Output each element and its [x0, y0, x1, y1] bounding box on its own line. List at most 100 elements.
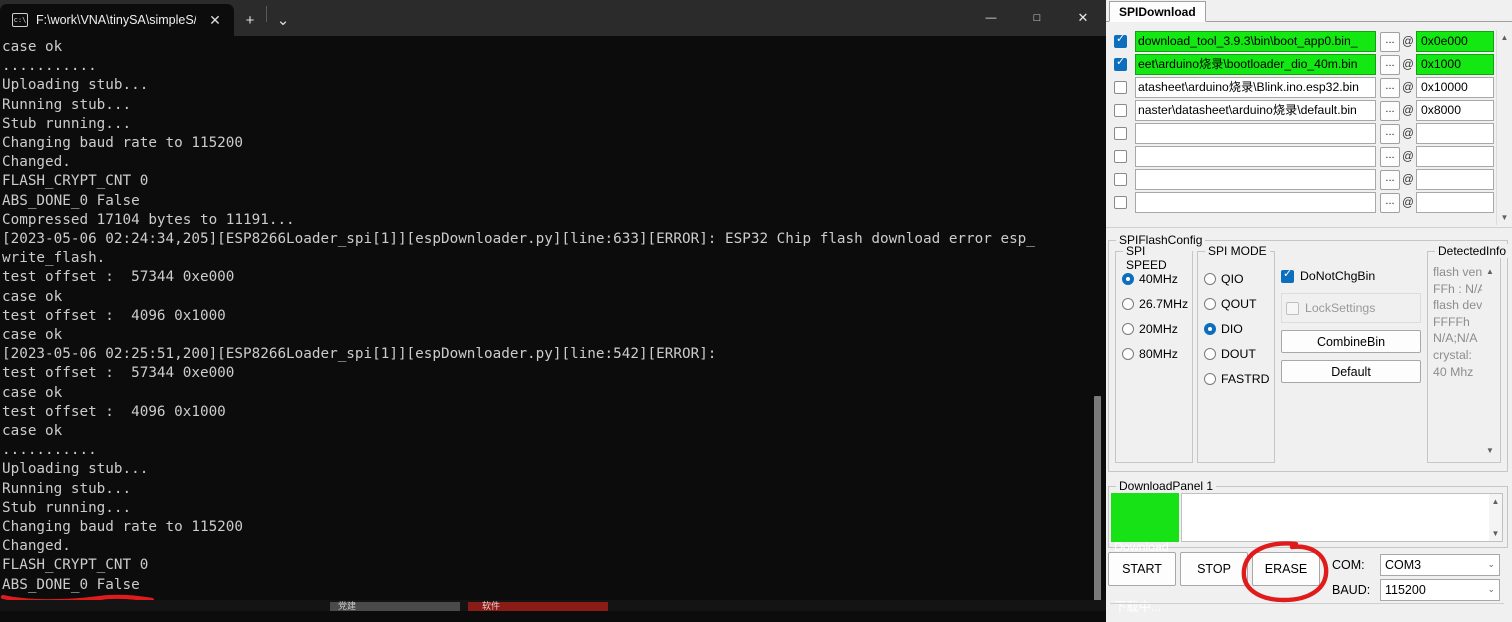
scroll-down-icon[interactable]: ▼	[1483, 443, 1497, 458]
radio-icon[interactable]	[1204, 272, 1216, 285]
flash-address-input[interactable]: 0x8000	[1416, 100, 1494, 121]
file-list: _download_tool_3.9.3\bin\boot_app0.bin..…	[1106, 30, 1512, 214]
do-not-chg-bin-checkbox[interactable]	[1281, 268, 1294, 283]
spi-mode-option[interactable]: QOUT	[1198, 291, 1274, 316]
close-button[interactable]: ✕	[1060, 0, 1106, 36]
file-row-checkbox[interactable]	[1114, 81, 1127, 94]
scroll-up-icon[interactable]: ▲	[1489, 494, 1502, 509]
spi-speed-option[interactable]: 80MHz	[1116, 341, 1192, 366]
taskbar-item-2-label: 软件	[482, 601, 501, 611]
taskbar-item-1[interactable]: 党建	[330, 602, 460, 611]
flash-address-input[interactable]: 0x0e000	[1416, 31, 1494, 52]
terminal-window: c:\ F:\work\VNA\tinySA\simpleS/ ✕ + ⌄ — …	[0, 0, 1106, 611]
radio-icon[interactable]	[1122, 272, 1134, 285]
spi-mode-label: FASTRD	[1221, 371, 1270, 386]
flash-address-input[interactable]	[1416, 146, 1494, 167]
chevron-down-icon[interactable]: ⌄	[267, 4, 299, 36]
browse-button[interactable]: ...	[1380, 146, 1400, 167]
tab-spidownload[interactable]: SPIDownload	[1109, 1, 1206, 22]
browse-button[interactable]: ...	[1380, 100, 1400, 121]
download-progress-scrollbar[interactable]: ▲ ▼	[1489, 494, 1502, 541]
scrollbar-thumb[interactable]	[1094, 396, 1101, 611]
file-row: ... @	[1114, 168, 1494, 191]
file-path-input[interactable]	[1135, 169, 1376, 190]
file-path-input[interactable]	[1135, 146, 1376, 167]
browse-button[interactable]: ...	[1380, 77, 1400, 98]
spi-mode-option[interactable]: QIO	[1198, 266, 1274, 291]
com-select[interactable]: COM3 ⌄	[1380, 553, 1500, 576]
flash-download-tool: SPIDownload _download_tool_3.9.3\bin\boo…	[1106, 0, 1512, 622]
terminal-body: case ok ........... Uploading stub... Ru…	[0, 36, 1106, 611]
download-panel-group: DownloadPanel 1 Download 下载中... ▲ ▼	[1108, 479, 1508, 614]
radio-icon[interactable]	[1204, 347, 1216, 360]
file-row-checkbox[interactable]	[1114, 56, 1127, 71]
radio-icon[interactable]	[1122, 347, 1134, 360]
spi-mode-option[interactable]: DOUT	[1198, 341, 1274, 366]
file-row-checkbox[interactable]	[1114, 127, 1127, 140]
scroll-up-icon[interactable]: ▲	[1483, 264, 1497, 279]
start-button[interactable]: START	[1108, 552, 1176, 586]
flash-address-input[interactable]: 0x1000	[1416, 54, 1494, 75]
terminal-scrollbar[interactable]	[1090, 36, 1106, 611]
browse-button[interactable]: ...	[1380, 31, 1400, 52]
file-row-checkbox[interactable]	[1114, 173, 1127, 186]
file-row-checkbox[interactable]	[1114, 104, 1127, 117]
file-path-input[interactable]	[1135, 123, 1376, 144]
scroll-down-icon[interactable]: ▼	[1489, 526, 1502, 541]
maximize-button[interactable]: □	[1014, 0, 1060, 36]
file-row: atasheet\arduino烧录\Blink.ino.esp32.bin..…	[1114, 76, 1494, 99]
spi-speed-option[interactable]: 20MHz	[1116, 316, 1192, 341]
screen: c:\ F:\work\VNA\tinySA\simpleS/ ✕ + ⌄ — …	[0, 0, 1512, 622]
spi-speed-option[interactable]: 26.7MHz	[1116, 291, 1192, 316]
spi-mode-legend: SPI MODE	[1205, 244, 1270, 258]
spi-speed-label: 26.7MHz	[1139, 296, 1189, 311]
flash-address-input[interactable]	[1416, 192, 1494, 213]
taskbar-item-1-label: 党建	[338, 601, 357, 611]
file-row-checkbox[interactable]	[1114, 150, 1127, 163]
browse-button[interactable]: ...	[1380, 192, 1400, 213]
radio-icon[interactable]	[1204, 297, 1216, 310]
new-tab-button[interactable]: +	[234, 4, 266, 36]
port-settings: COM: COM3 ⌄ BAUD: 115200 ⌄	[1332, 552, 1500, 602]
browse-button[interactable]: ...	[1380, 169, 1400, 190]
taskbar-item-2[interactable]: 软件	[468, 602, 608, 611]
flash-address-input[interactable]	[1416, 169, 1494, 190]
detected-info-scrollbar[interactable]: ▲ ▼	[1483, 264, 1497, 458]
browse-button[interactable]: ...	[1380, 123, 1400, 144]
minimize-button[interactable]: —	[968, 0, 1014, 36]
baud-value: 115200	[1385, 582, 1426, 597]
flash-address-input[interactable]: 0x10000	[1416, 77, 1494, 98]
radio-icon[interactable]	[1204, 372, 1216, 385]
baud-select[interactable]: 115200 ⌄	[1380, 578, 1500, 601]
com-value: COM3	[1385, 557, 1422, 572]
combine-bin-button[interactable]: CombineBin	[1281, 330, 1421, 353]
radio-icon[interactable]	[1122, 297, 1134, 310]
stop-button[interactable]: STOP	[1180, 552, 1248, 586]
tab-strip: c:\ F:\work\VNA\tinySA\simpleS/ ✕ + ⌄	[0, 0, 299, 36]
do-not-chg-bin-row[interactable]: DoNotChgBin	[1281, 265, 1421, 287]
file-row-checkbox[interactable]	[1114, 196, 1127, 209]
close-icon[interactable]: ✕	[204, 9, 226, 31]
file-path-input[interactable]: eet\arduino烧录\bootloader_dio_40m.bin	[1135, 54, 1376, 75]
terminal-tab[interactable]: c:\ F:\work\VNA\tinySA\simpleS/ ✕	[0, 4, 234, 36]
file-path-input[interactable]	[1135, 192, 1376, 213]
scroll-down-icon[interactable]: ▼	[1497, 210, 1512, 225]
default-button[interactable]: Default	[1281, 360, 1421, 383]
com-row: COM: COM3 ⌄	[1332, 552, 1500, 577]
radio-icon[interactable]	[1122, 322, 1134, 335]
file-list-scrollbar[interactable]: ▲ ▼	[1496, 30, 1512, 225]
flash-address-input[interactable]	[1416, 123, 1494, 144]
file-path-input[interactable]: atasheet\arduino烧录\Blink.ino.esp32.bin	[1135, 77, 1376, 98]
scroll-up-icon[interactable]: ▲	[1497, 30, 1512, 45]
spi-mode-option[interactable]: DIO	[1198, 316, 1274, 341]
radio-icon[interactable]	[1204, 322, 1216, 335]
browse-button[interactable]: ...	[1380, 54, 1400, 75]
erase-button[interactable]: ERASE	[1252, 552, 1320, 586]
file-path-input[interactable]: naster\datasheet\arduino烧录\default.bin	[1135, 100, 1376, 121]
spi-mode-option[interactable]: FASTRD	[1198, 366, 1274, 391]
lock-settings-checkbox	[1286, 301, 1299, 315]
file-row-checkbox[interactable]	[1114, 33, 1127, 48]
flash-options-column: DoNotChgBin LockSettings CombineBin Defa…	[1281, 251, 1421, 465]
baud-label: BAUD:	[1332, 582, 1371, 597]
file-path-input[interactable]: _download_tool_3.9.3\bin\boot_app0.bin	[1135, 31, 1376, 52]
